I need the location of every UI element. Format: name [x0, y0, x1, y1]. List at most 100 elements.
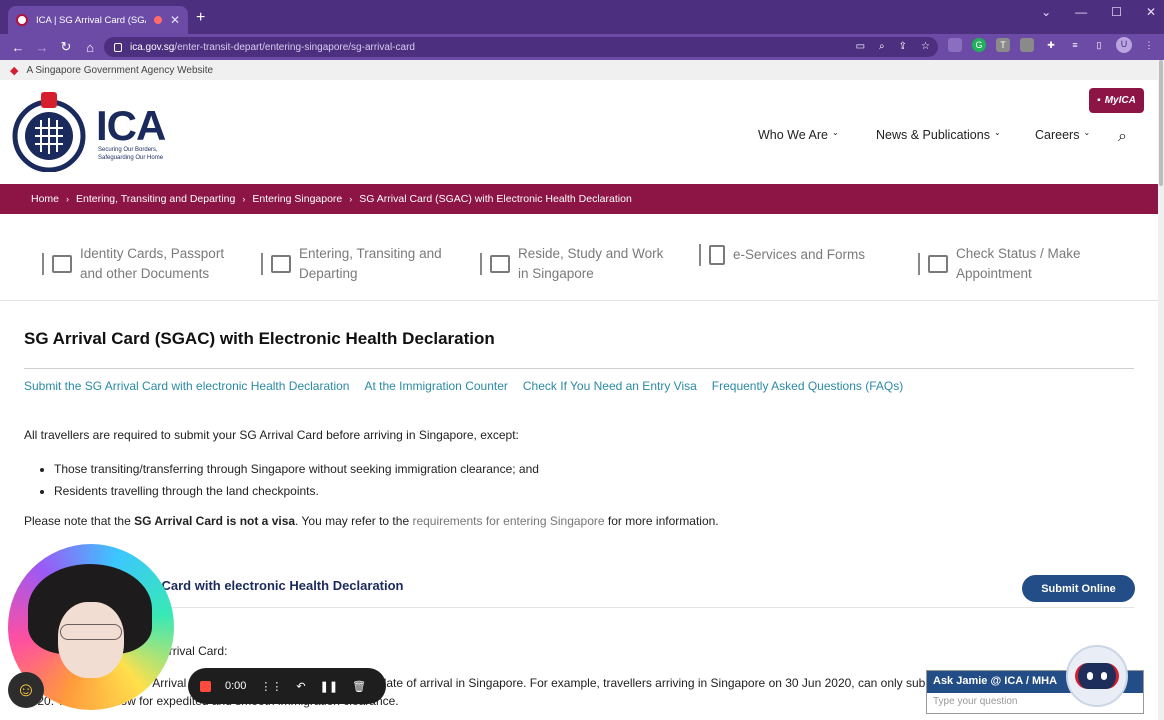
profile-avatar[interactable]: U: [1116, 37, 1132, 53]
recording-dot-icon: [153, 16, 162, 24]
url-path: /enter-transit-depart/entering-singapore…: [174, 41, 415, 53]
submit-online-button[interactable]: Submit Online: [1022, 575, 1135, 602]
chevron-right-icon: ›: [66, 194, 70, 204]
webcam-glasses: [60, 624, 122, 640]
nav-news-publications[interactable]: News & Publications ⌄: [876, 128, 1001, 142]
recording-timer: 0:00: [225, 680, 247, 692]
camera-icon[interactable]: ▭: [856, 41, 865, 52]
anchor-immigration-counter[interactable]: At the Immigration Counter: [364, 379, 507, 393]
requirements-link[interactable]: requirements for entering Singapore: [412, 514, 604, 528]
maximize-icon[interactable]: ☐: [1111, 5, 1122, 19]
gov-banner: ◆ A Singapore Government Agency Website: [0, 60, 1164, 80]
category-identity-cards[interactable]: Identity Cards, Passport and other Docume…: [42, 244, 224, 284]
bookmark-star-icon[interactable]: ☆: [921, 41, 930, 52]
back-arrow-icon[interactable]: ←: [6, 40, 30, 55]
zoom-icon[interactable]: ⌕: [879, 41, 885, 52]
exception-list: Those transiting/transferring through Si…: [40, 458, 539, 502]
breadcrumb-entering-transiting[interactable]: Entering, Transiting and Departing: [76, 193, 235, 205]
site-header: ICA Securing Our Borders, Safeguarding O…: [0, 80, 1160, 184]
luggage-icon: [271, 255, 291, 273]
nav-label: Who We Are: [758, 128, 828, 142]
divider: [480, 253, 482, 275]
breadcrumb-current: SG Arrival Card (SGAC) with Electronic H…: [359, 193, 632, 205]
chevron-right-icon: ›: [242, 194, 246, 204]
pause-icon[interactable]: ❚❚: [320, 680, 338, 693]
nav-label: News & Publications: [876, 128, 990, 142]
category-reside-study-work[interactable]: Reside, Study and Work in Singapore: [480, 244, 663, 284]
category-label: Check Status / Make Appointment: [956, 244, 1081, 284]
anchor-links: Submit the SG Arrival Card with electron…: [24, 379, 903, 393]
nav-who-we-are[interactable]: Who We Are ⌄: [758, 128, 839, 142]
category-line: Check Status / Make: [956, 246, 1081, 261]
note-bold: SG Arrival Card is not a visa: [134, 514, 296, 528]
divider: [42, 253, 44, 275]
chatbot-avatar-icon[interactable]: [1066, 645, 1128, 707]
tab-search-icon[interactable]: ⌄: [1041, 5, 1051, 19]
sidebar-icon[interactable]: ▯: [1092, 38, 1106, 52]
category-label: Identity Cards, Passport and other Docume…: [80, 244, 224, 284]
anchor-faqs[interactable]: Frequently Asked Questions (FAQs): [712, 379, 903, 393]
extension-t-icon[interactable]: T: [996, 38, 1010, 52]
page-scrollbar[interactable]: [1158, 60, 1164, 720]
lion-head-icon: ◆: [10, 64, 19, 77]
id-card-icon: [52, 255, 72, 273]
address-bar-icons: ▭ ⌕ ⇪ ☆: [856, 41, 930, 52]
stop-recording-icon[interactable]: [200, 680, 211, 692]
category-eservices-forms[interactable]: e-Services and Forms: [699, 244, 865, 266]
nav-careers[interactable]: Careers ⌄: [1035, 128, 1090, 142]
webcam-face: [58, 602, 124, 678]
emoji-reaction-icon[interactable]: ☺: [8, 672, 44, 708]
search-icon[interactable]: ⌕: [1118, 128, 1127, 146]
divider: [699, 244, 701, 266]
forward-arrow-icon[interactable]: →: [30, 40, 54, 55]
media-queue-icon[interactable]: ≡: [1068, 38, 1082, 52]
reload-icon[interactable]: ↻: [54, 39, 78, 55]
list-item: Those transiting/transferring through Si…: [54, 458, 539, 480]
category-line: Entering, Transiting and: [299, 246, 442, 261]
anchor-submit-sgac[interactable]: Submit the SG Arrival Card with electron…: [24, 379, 349, 393]
category-line: and other Documents: [80, 266, 210, 281]
anchor-entry-visa[interactable]: Check If You Need an Entry Visa: [523, 379, 697, 393]
myica-button[interactable]: ▪ MyICA: [1089, 88, 1144, 113]
chevron-right-icon: ›: [349, 194, 353, 204]
intro-text: All travellers are required to submit yo…: [24, 428, 519, 442]
breadcrumb-home[interactable]: Home: [31, 193, 59, 205]
screenshot-icon[interactable]: [1020, 38, 1034, 52]
bot-eye: [1087, 672, 1093, 680]
grid-icon[interactable]: ⋮⋮: [260, 680, 282, 693]
home-icon[interactable]: ⌂: [78, 40, 102, 55]
new-tab-button[interactable]: +: [196, 9, 205, 27]
chevron-down-icon: ⌄: [1083, 128, 1091, 137]
accordion-header[interactable]: Submit the SG Arrival Card with electron…: [24, 562, 1135, 608]
scrollbar-thumb[interactable]: [1159, 60, 1163, 186]
document-icon: [709, 245, 725, 265]
category-line: in Singapore: [518, 266, 594, 281]
breadcrumb: Home › Entering, Transiting and Departin…: [0, 184, 1160, 214]
grammarly-icon[interactable]: G: [972, 38, 986, 52]
category-check-status[interactable]: Check Status / Make Appointment: [918, 244, 1081, 284]
category-line: Departing: [299, 266, 358, 281]
category-entering-transiting[interactable]: Entering, Transiting and Departing: [261, 244, 442, 284]
trash-icon[interactable]: 🗑: [352, 680, 366, 693]
visa-note: Please note that the SG Arrival Card is …: [24, 514, 719, 528]
share-icon[interactable]: ⇪: [899, 41, 907, 52]
ica-crest-logo[interactable]: [10, 90, 88, 172]
minimize-icon[interactable]: —: [1075, 5, 1087, 19]
lock-icon: [114, 42, 122, 52]
calendar-icon: [928, 255, 948, 273]
nav-label: Careers: [1035, 128, 1080, 142]
address-bar[interactable]: ica.gov.sg /enter-transit-depart/enterin…: [104, 37, 938, 57]
page-title: SG Arrival Card (SGAC) with Electronic H…: [24, 329, 495, 348]
extension-icon[interactable]: [948, 38, 962, 52]
url-host: ica.gov.sg: [130, 41, 175, 53]
divider: [261, 253, 263, 275]
close-window-icon[interactable]: ✕: [1146, 5, 1156, 19]
tab-close-icon[interactable]: ✕: [170, 13, 180, 27]
puzzle-icon[interactable]: ✚: [1044, 38, 1058, 52]
building-icon: [490, 255, 510, 273]
undo-icon[interactable]: ↶: [296, 680, 305, 693]
gov-banner-text: A Singapore Government Agency Website: [26, 64, 214, 76]
browser-tab[interactable]: ICA | SG Arrival Card (SGAC) ✕: [8, 6, 188, 34]
breadcrumb-entering-singapore[interactable]: Entering Singapore: [252, 193, 342, 205]
menu-kebab-icon[interactable]: ⋮: [1142, 38, 1156, 52]
